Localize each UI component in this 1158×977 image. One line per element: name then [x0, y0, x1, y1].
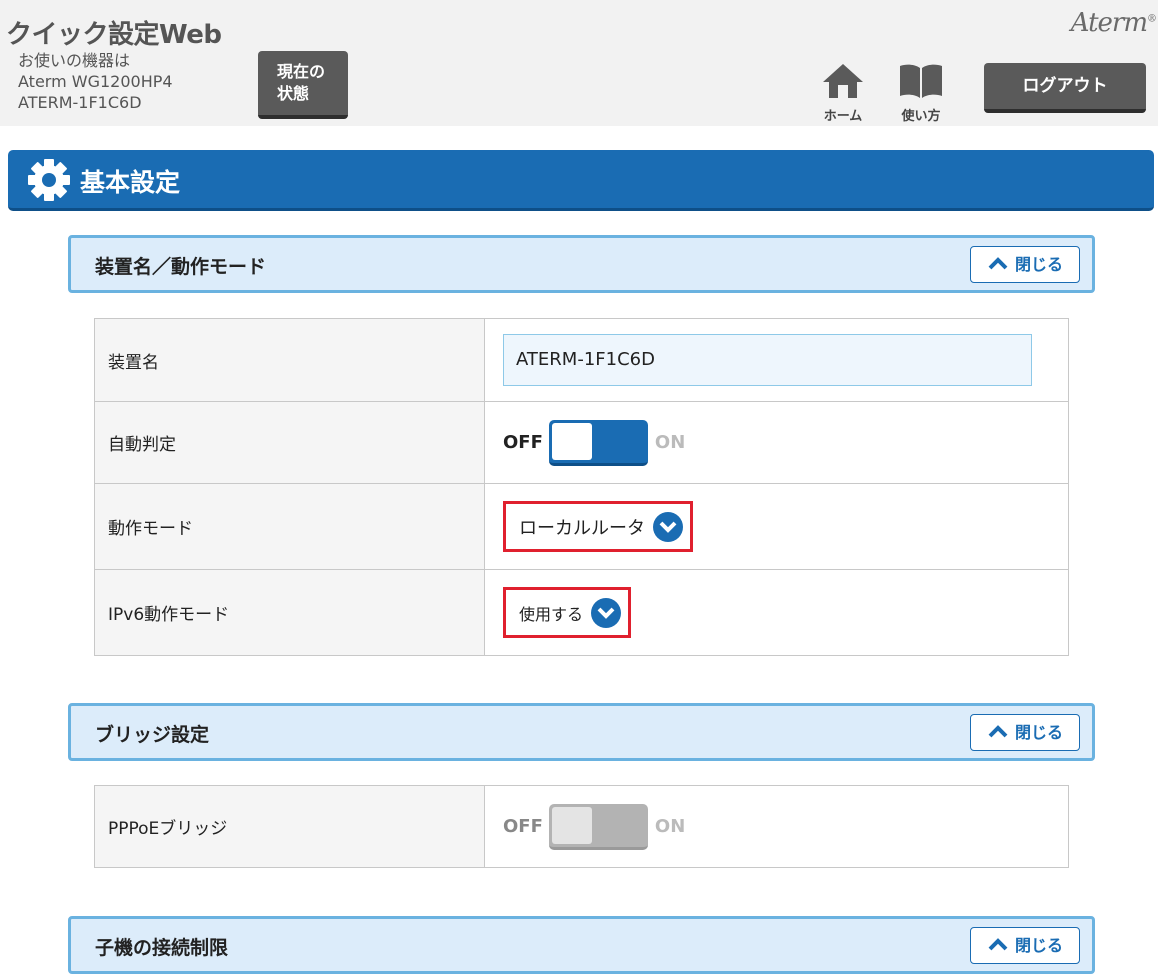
toggle-on-label: ON: [654, 816, 686, 837]
logout-button[interactable]: ログアウト: [984, 63, 1146, 113]
section-title: ブリッジ設定: [95, 724, 210, 746]
device-mode-table: 装置名 ATERM-1F1C6D 自動判定 OFF ON 動作モード ローカルル…: [94, 318, 1069, 656]
auto-detect-label: 自動判定: [94, 401, 485, 484]
pppoe-bridge-label: PPPoEブリッジ: [94, 785, 485, 868]
auto-detect-cell: OFF ON: [484, 401, 1069, 484]
page-title: 基本設定: [80, 168, 181, 197]
brand-logo: Aterm®: [1070, 8, 1157, 38]
book-icon: [900, 64, 942, 98]
ipv6-mode-cell: 使用する: [484, 569, 1069, 656]
collapse-label: 閉じる: [1015, 723, 1064, 742]
table-row: PPPoEブリッジ OFF ON: [94, 785, 1069, 868]
operation-mode-select[interactable]: ローカルルータ: [503, 501, 693, 552]
section-header-bridge: ブリッジ設定 閉じる: [68, 703, 1095, 761]
device-hostname: ATERM-1F1C6D: [18, 93, 142, 112]
status-button-line1: 現在の: [277, 62, 326, 81]
chevron-down-icon: [653, 511, 683, 542]
collapse-label: 閉じる: [1015, 255, 1064, 274]
gear-icon: [28, 159, 70, 201]
toggle-knob: [551, 806, 592, 844]
section-header-client-limit: 子機の接続制限 閉じる: [68, 916, 1095, 974]
home-icon: [823, 64, 863, 98]
auto-detect-toggle-group: OFF ON: [503, 419, 1068, 466]
registered-mark: ®: [1147, 13, 1157, 25]
auto-detect-toggle[interactable]: [548, 419, 648, 466]
collapse-label: 閉じる: [1015, 936, 1064, 955]
toggle-on-label: ON: [654, 432, 686, 453]
help-nav[interactable]: 使い方: [891, 62, 951, 124]
chevron-down-icon: [591, 597, 622, 628]
table-row: 装置名 ATERM-1F1C6D: [94, 318, 1069, 402]
chevron-up-icon: [988, 938, 1008, 951]
pppoe-bridge-cell: OFF ON: [484, 785, 1069, 868]
ipv6-mode-label: IPv6動作モード: [94, 569, 485, 656]
section-header-device-mode: 装置名／動作モード 閉じる: [68, 235, 1095, 293]
table-row: 自動判定 OFF ON: [94, 401, 1069, 484]
ipv6-mode-value: 使用する: [519, 604, 584, 624]
ipv6-mode-select[interactable]: 使用する: [503, 587, 632, 638]
collapse-button[interactable]: 閉じる: [970, 246, 1080, 283]
section-title: 子機の接続制限: [95, 937, 229, 959]
operation-mode-cell: ローカルルータ: [484, 483, 1069, 570]
table-row: IPv6動作モード 使用する: [94, 569, 1069, 656]
operation-mode-value: ローカルルータ: [519, 517, 645, 539]
chevron-up-icon: [988, 257, 1008, 270]
chevron-up-icon: [988, 725, 1008, 738]
brand-name: Aterm: [1070, 8, 1148, 38]
collapse-button[interactable]: 閉じる: [970, 927, 1080, 964]
pppoe-bridge-toggle[interactable]: [548, 803, 648, 850]
device-model: Aterm WG1200HP4: [18, 72, 173, 91]
toggle-off-label: OFF: [503, 816, 543, 837]
device-info: お使いの機器は Aterm WG1200HP4 ATERM-1F1C6D: [18, 50, 173, 113]
device-name-cell: ATERM-1F1C6D: [484, 318, 1069, 402]
device-name-input[interactable]: ATERM-1F1C6D: [503, 334, 1032, 386]
help-label: 使い方: [901, 109, 941, 124]
collapse-button[interactable]: 閉じる: [970, 714, 1080, 751]
bridge-table: PPPoEブリッジ OFF ON: [94, 785, 1069, 868]
operation-mode-label: 動作モード: [94, 483, 485, 570]
current-status-button[interactable]: 現在の 状態: [258, 51, 348, 119]
home-nav[interactable]: ホーム: [813, 62, 873, 124]
toggle-knob: [551, 422, 592, 460]
table-row: 動作モード ローカルルータ: [94, 483, 1069, 570]
section-banner: 基本設定: [8, 150, 1154, 211]
device-info-line1: お使いの機器は: [18, 51, 131, 70]
pppoe-bridge-toggle-group: OFF ON: [503, 803, 1068, 850]
status-button-line2: 状態: [277, 84, 310, 103]
home-label: ホーム: [823, 109, 863, 124]
section-title: 装置名／動作モード: [95, 256, 267, 278]
app-title: クイック設定Web: [6, 20, 222, 50]
device-name-label: 装置名: [94, 318, 485, 402]
toggle-off-label: OFF: [503, 432, 543, 453]
header: クイック設定Web お使いの機器は Aterm WG1200HP4 ATERM-…: [0, 0, 1158, 126]
